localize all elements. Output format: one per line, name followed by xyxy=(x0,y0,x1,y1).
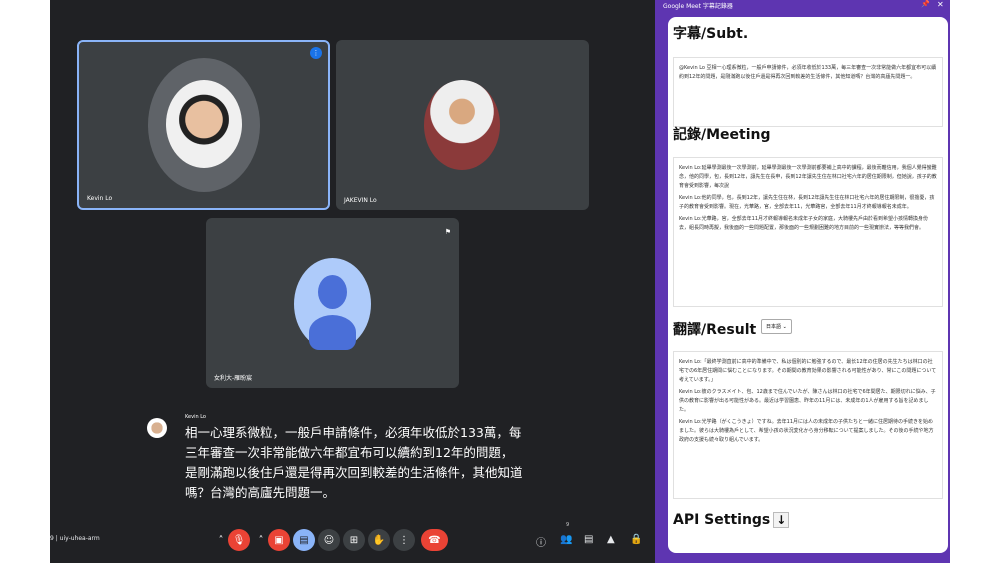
meeting-heading: 記錄/Meeting xyxy=(673,127,771,143)
close-icon[interactable]: ✕ xyxy=(937,0,944,9)
result-box[interactable]: Kevin Lo:「最終学測直前に高中的準備中で、私は個別的に勉強するので、最长… xyxy=(673,351,943,499)
api-heading: API Settings xyxy=(673,512,771,528)
people-icon[interactable]: 👥 xyxy=(560,534,572,545)
participant-name: 女利大-雁盼宸 xyxy=(214,375,253,382)
raise-hand-icon[interactable]: ✋ xyxy=(368,529,390,551)
mic-options-button[interactable]: ˄ xyxy=(216,529,226,551)
caption-speaker: Kevin Lo xyxy=(185,414,206,420)
participant-tile-third[interactable]: ⚑ 女利大-雁盼宸 xyxy=(206,218,459,388)
camera-options-button[interactable]: ˄ xyxy=(256,529,266,551)
result-heading: 翻譯/Result xyxy=(673,322,757,338)
avatar xyxy=(424,80,500,170)
chat-icon[interactable]: ▤ xyxy=(584,534,593,545)
avatar xyxy=(166,80,242,168)
extension-panel: Google Meet 字幕記錄器 📌 ✕ 字幕/Subt. @Kevin Lo… xyxy=(655,0,950,563)
host-controls-icon[interactable]: 🔒 xyxy=(630,534,642,545)
more-options-icon[interactable]: ⋮ xyxy=(393,529,415,551)
participant-count: 9 xyxy=(566,522,570,528)
emoji-icon[interactable]: ☺ xyxy=(318,529,340,551)
result-item: Kevin Lo:光学路（がくこうきょ）ですね。去年11月には人の未成年の子供た… xyxy=(679,419,934,443)
meeting-item: Kevin Lo:延畢學測最後一次學測前，延畢學測最後一次學測前都要補上高中的課… xyxy=(679,165,937,189)
participant-name: JAKEVIN Lo xyxy=(344,197,377,204)
default-avatar xyxy=(294,258,371,350)
info-icon[interactable]: ⓘ xyxy=(536,534,546,549)
subtitle-text: @Kevin Lo 豆相一心理系微粒，一般戶申請條件，必須年收低於133萬，每三… xyxy=(679,65,937,80)
present-icon[interactable]: ⊞ xyxy=(343,529,365,551)
pin-icon[interactable]: 📌 xyxy=(921,0,930,8)
meet-area: ⋮ Kevin Lo JAKEVIN Lo ⚑ 女利大-雁盼宸 Kevin Lo… xyxy=(50,0,655,563)
subtitle-box[interactable]: @Kevin Lo 豆相一心理系微粒，一般戶申請條件，必須年收低於133萬，每三… xyxy=(673,57,943,127)
meeting-log-box[interactable]: Kevin Lo:延畢學測最後一次學測前，延畢學測最後一次學測前都要補上高中的課… xyxy=(673,157,943,307)
result-item: Kevin Lo:彼のクラスメイト、包、12歳まで住んでいたが、陳さんは林口の社… xyxy=(679,389,936,413)
mic-off-icon[interactable]: 🎙 xyxy=(228,529,250,551)
subt-heading: 字幕/Subt. xyxy=(673,26,749,42)
speaking-icon: ⋮ xyxy=(310,47,322,59)
participant-tile-jakevin[interactable]: JAKEVIN Lo xyxy=(336,40,589,210)
caption-avatar xyxy=(147,418,167,438)
activities-icon[interactable]: ▲ xyxy=(607,534,615,545)
panel-card: 字幕/Subt. @Kevin Lo 豆相一心理系微粒，一般戶申請條件，必須年收… xyxy=(668,17,948,553)
end-call-icon[interactable]: ☎ xyxy=(421,529,448,551)
camera-off-icon[interactable]: ▣ xyxy=(268,529,290,551)
result-item: Kevin Lo:「最終学測直前に高中的準備中で、私は個別的に勉強するので、最长… xyxy=(679,359,937,383)
meeting-item: Kevin Lo:光華路，官，全部去年11月才終報導報名未成年子女的家庭，大騎樓… xyxy=(679,216,929,231)
language-select[interactable]: 日本語 ⌄ xyxy=(761,319,792,334)
participant-name: Kevin Lo xyxy=(87,195,113,202)
meeting-code: 9 | uiy-uhea-arm xyxy=(50,535,100,542)
meeting-item: Kevin Lo:他的同學，包，長到12年，讓先生住在林，長到12年讓先生住在林… xyxy=(679,195,935,210)
caption-text: 相一心理系微粒，一般戶申請條件，必須年收低於133萬，每三年審查一次非常能做六年… xyxy=(185,425,523,500)
panel-title: Google Meet 字幕記錄器 xyxy=(663,3,733,10)
pin-icon[interactable]: ⚑ xyxy=(445,228,451,236)
participant-tile-kevin[interactable]: ⋮ Kevin Lo xyxy=(77,40,330,210)
captions-icon[interactable]: ▤ xyxy=(293,529,315,551)
api-settings-toggle[interactable]: ↓ xyxy=(773,512,790,528)
